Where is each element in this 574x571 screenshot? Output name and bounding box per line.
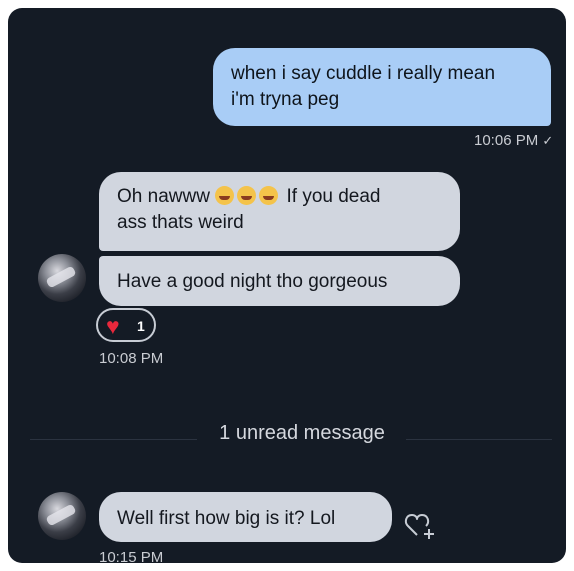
check-icon: ✓ [542,133,554,148]
heart-reaction-badge[interactable]: ♥ 1 [96,308,156,342]
incoming-message-text: Well first how big is it? Lol [117,508,336,529]
incoming-message-time: 10:08 PM [99,350,164,367]
incoming-message-text-start: Oh nawww [117,186,210,207]
incoming-message-text: Have a good night tho gorgeous [117,271,388,292]
outgoing-message-line-2: i'm tryna peg [231,89,340,110]
incoming-message-line-2: ass thats weird [117,212,244,233]
outgoing-message-time: 10:06 PM ✓ [474,132,553,149]
outgoing-message-bubble[interactable]: when i say cuddle i really mean i'm tryn… [213,48,551,126]
avatar[interactable] [38,254,86,302]
avatar[interactable] [38,492,86,540]
crying-emoji-icon [237,186,257,205]
crying-emoji-icon [259,186,279,205]
divider-right [406,439,552,440]
incoming-message-bubble[interactable]: Have a good night tho gorgeous [99,256,460,306]
divider-left [30,439,197,440]
add-reaction-heart-icon[interactable] [404,511,438,541]
outgoing-time-label: 10:06 PM [474,132,539,149]
chat-window: when i say cuddle i really mean i'm tryn… [8,8,566,563]
incoming-message-line-1: Oh nawww If you dead [117,184,444,210]
unread-message-divider-label: 1 unread message [219,422,385,444]
outgoing-message-line-1: when i say cuddle i really mean [231,63,496,84]
reaction-count: 1 [137,318,145,334]
incoming-message-bubble[interactable]: Oh nawww If you dead ass thats weird [99,172,460,251]
laughing-emoji-icon [215,186,235,205]
incoming-message-time: 10:15 PM [99,549,164,563]
incoming-message-bubble[interactable]: Well first how big is it? Lol [99,492,392,542]
heart-icon: ♥ [106,313,120,339]
incoming-message-text-end: If you dead [286,186,381,207]
